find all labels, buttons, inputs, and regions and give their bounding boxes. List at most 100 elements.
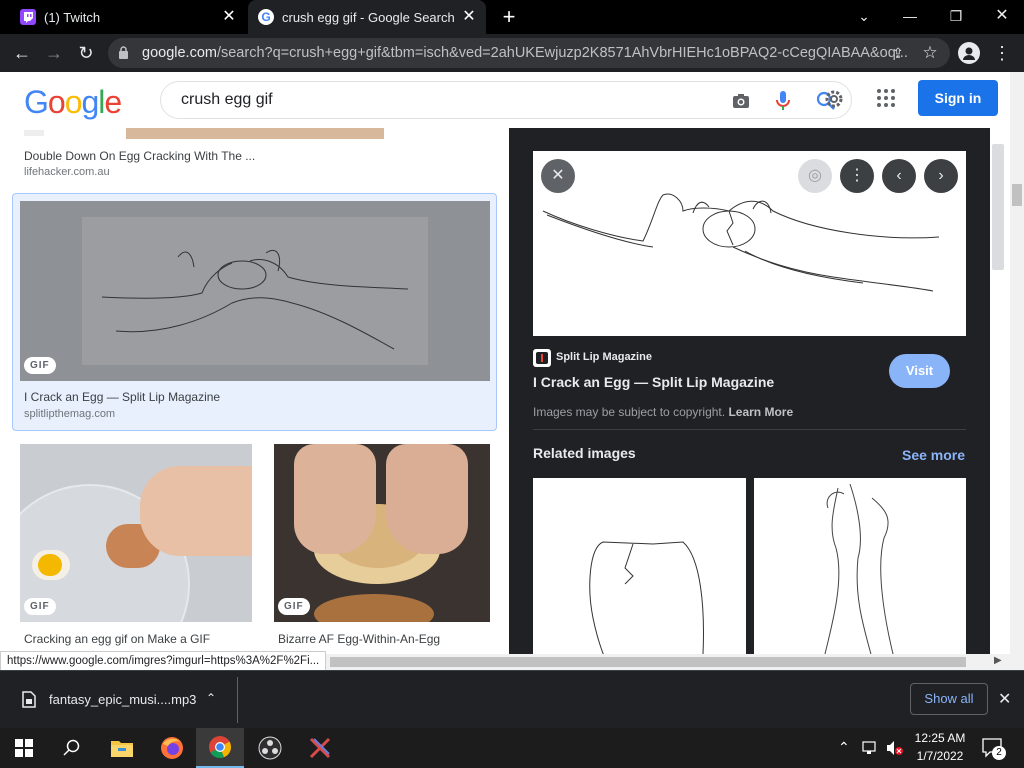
hscroll-thumb[interactable]	[330, 657, 966, 667]
site-name[interactable]: Split Lip Magazine	[556, 351, 652, 363]
forward-button[interactable]: →	[42, 42, 66, 64]
search-input[interactable]: crush egg gif	[181, 91, 273, 109]
result-caption[interactable]: Double Down On Egg Cracking With The ...	[24, 149, 255, 163]
reload-button[interactable]: ↻	[74, 42, 98, 64]
related-images-heading: Related images	[533, 445, 636, 461]
result-card-selected[interactable]: GIF I Crack an Egg — Split Lip Magazine …	[12, 193, 497, 431]
copyright-notice: Images may be subject to copyright. Lear…	[533, 405, 793, 419]
page-scrollbar-thumb[interactable]	[1012, 184, 1022, 206]
obs-icon[interactable]	[246, 728, 294, 768]
address-path: /search?q=crush+egg+gif&tbm=isch&ved=2ah…	[216, 45, 908, 61]
result-thumbnail[interactable]: GIF	[20, 444, 252, 622]
sign-in-button[interactable]: Sign in	[918, 80, 998, 116]
back-button[interactable]: ←	[10, 42, 34, 64]
learn-more-link[interactable]: Learn More	[728, 405, 793, 419]
apps-grid-icon[interactable]	[876, 88, 896, 108]
page-scrollbar[interactable]	[1010, 72, 1024, 654]
result-caption[interactable]: Cracking an egg gif on Make a GIF	[24, 632, 210, 646]
scroll-track-thumb[interactable]	[992, 144, 1004, 270]
close-tab-icon[interactable]: ✕	[220, 8, 238, 26]
minimize-button[interactable]: —	[898, 6, 922, 26]
settings-gear-icon[interactable]	[822, 87, 846, 111]
lock-icon[interactable]	[118, 46, 129, 59]
result-thumbnail[interactable]: GIF	[20, 201, 490, 381]
tab-twitch[interactable]: (1) Twitch ✕	[10, 0, 246, 34]
file-explorer-icon[interactable]	[98, 728, 146, 768]
image-preview-panel: ✕ ◎ ⋮ ‹ › Split Lip Magazine I Crack an …	[509, 128, 990, 654]
download-bar: fantasy_epic_musi....mp3 ⌃ Show all ✕	[0, 670, 1024, 728]
result-source[interactable]: splitlipthemag.com	[24, 408, 115, 420]
chevron-up-icon[interactable]: ⌃	[838, 739, 850, 756]
notification-icon[interactable]: 2	[982, 738, 1006, 760]
close-download-bar-icon[interactable]: ✕	[998, 689, 1011, 709]
search-icon[interactable]	[48, 728, 96, 768]
gif-badge: GIF	[278, 598, 310, 615]
logo-letter: o	[47, 84, 66, 120]
game-app-icon[interactable]	[296, 728, 344, 768]
clock-time[interactable]: 12:25 AM	[912, 731, 968, 745]
image-results: Double Down On Egg Cracking With The ...…	[0, 128, 508, 654]
more-options-icon[interactable]: ⋮	[840, 159, 874, 193]
related-image[interactable]	[533, 478, 746, 654]
tab-strip: (1) Twitch ✕ G crush egg gif - Google Se…	[0, 0, 1024, 34]
tab-google-search[interactable]: G crush egg gif - Google Search ✕	[248, 0, 486, 34]
tab-title: (1) Twitch	[44, 9, 101, 25]
logo-letter: e	[104, 84, 122, 120]
volume-muted-icon[interactable]	[886, 740, 904, 756]
result-thumbnail[interactable]: GIF	[274, 444, 490, 622]
profile-avatar-icon[interactable]	[958, 42, 980, 64]
microphone-icon[interactable]	[775, 89, 791, 113]
google-logo[interactable]: Google	[24, 84, 122, 121]
tab-search-icon[interactable]: ⌄	[852, 6, 876, 26]
chevron-up-icon[interactable]: ⌃	[206, 691, 216, 705]
windows-taskbar: ⌃ 12:25 AM 1/7/2022 2	[0, 728, 1024, 768]
windows-start-icon[interactable]	[0, 728, 48, 768]
clock-date[interactable]: 1/7/2022	[912, 749, 968, 763]
menu-kebab-icon[interactable]: ⋮	[990, 42, 1014, 64]
previous-image-button[interactable]: ‹	[882, 159, 916, 193]
logo-letter: G	[24, 84, 49, 120]
address-host: google.com	[142, 45, 217, 61]
logo-letter: g	[81, 84, 99, 120]
result-thumbnail[interactable]	[126, 128, 384, 139]
gif-badge: GIF	[24, 357, 56, 374]
related-image[interactable]	[754, 478, 966, 654]
scroll-right-arrow-icon[interactable]: ▶	[994, 655, 1002, 666]
chrome-icon[interactable]	[196, 728, 244, 768]
notification-count: 2	[992, 746, 1006, 760]
firefox-icon[interactable]	[148, 728, 196, 768]
close-preview-button[interactable]: ✕	[541, 159, 575, 193]
result-caption[interactable]: I Crack an Egg — Split Lip Magazine	[24, 390, 220, 404]
see-more-link[interactable]: See more	[902, 447, 965, 463]
file-icon	[22, 691, 36, 708]
restore-button[interactable]: ❐	[944, 6, 968, 26]
browser-toolbar: ← → ↻ google.com/search?q=crush+egg+gif&…	[0, 34, 1024, 72]
bookmark-star-icon[interactable]: ☆	[918, 42, 942, 64]
new-tab-button[interactable]: +	[498, 6, 520, 28]
result-caption[interactable]: Bizarre AF Egg-Within-An-Egg	[278, 632, 440, 646]
share-icon[interactable]: ⇪	[886, 42, 910, 64]
result-badge	[24, 130, 44, 136]
logo-letter: o	[64, 84, 83, 120]
divider	[533, 429, 966, 430]
google-icon: G	[258, 9, 274, 25]
lens-search-icon[interactable]: ◎	[798, 159, 832, 193]
search-box[interactable]: crush egg gif	[160, 81, 852, 119]
address-bar[interactable]: google.com/search?q=crush+egg+gif&tbm=is…	[108, 38, 950, 68]
result-source[interactable]: lifehacker.com.au	[24, 166, 110, 178]
visit-button[interactable]: Visit	[889, 354, 950, 388]
close-tab-icon[interactable]: ✕	[460, 8, 478, 26]
close-window-button[interactable]: ✕	[990, 6, 1014, 26]
tab-title: crush egg gif - Google Search	[282, 9, 455, 25]
download-filename[interactable]: fantasy_epic_musi....mp3	[49, 692, 196, 707]
twitch-icon	[20, 9, 36, 25]
preview-title[interactable]: I Crack an Egg — Split Lip Magazine	[533, 374, 774, 390]
gif-badge: GIF	[24, 598, 56, 615]
next-image-button[interactable]: ›	[924, 159, 958, 193]
egg-sketch-image	[101, 249, 409, 350]
divider	[237, 677, 238, 723]
copyright-text: Images may be subject to copyright.	[533, 405, 726, 419]
camera-icon[interactable]	[731, 92, 751, 110]
show-all-button[interactable]: Show all	[910, 683, 988, 715]
network-icon[interactable]	[862, 740, 880, 756]
